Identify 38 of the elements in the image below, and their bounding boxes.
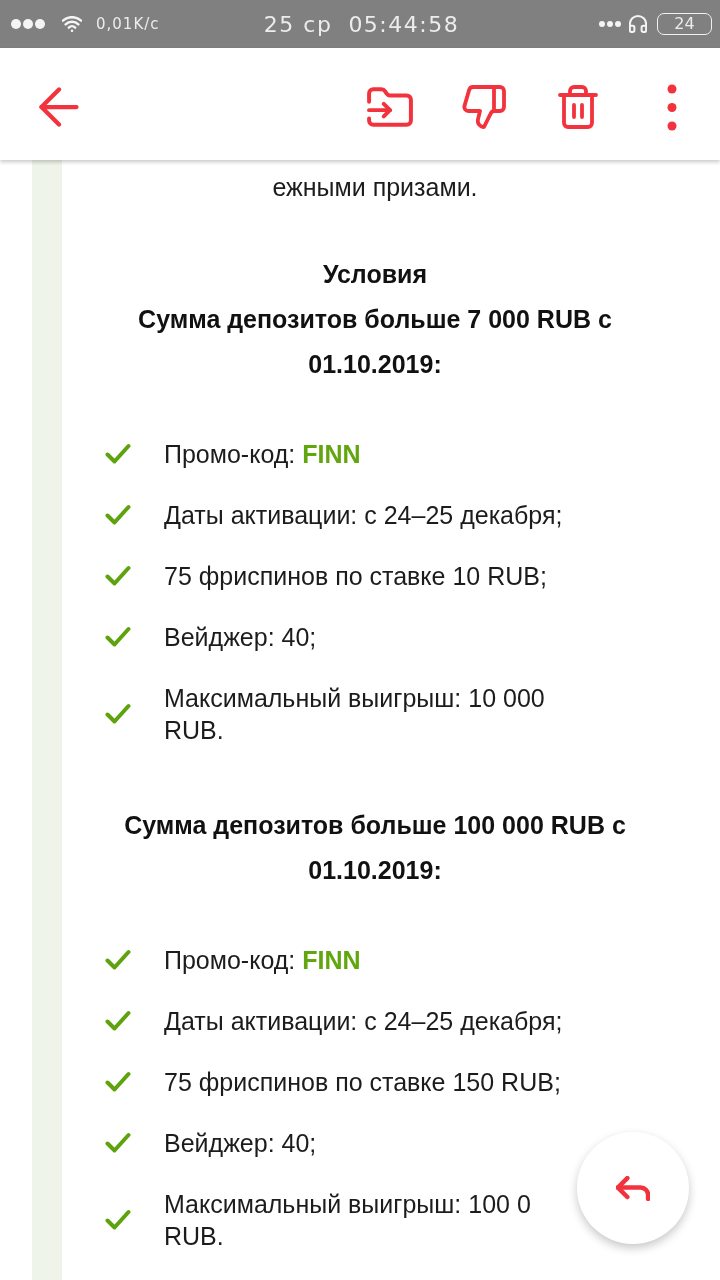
battery-indicator: 24 — [657, 13, 712, 35]
reply-arrow-icon — [616, 1175, 650, 1201]
condition-text: Даты активации: с 24–25 декабря; — [164, 500, 563, 531]
network-speed: 0,01K/c — [96, 13, 160, 35]
check-icon — [105, 626, 131, 648]
more-dots-icon — [599, 21, 621, 27]
condition-text: Максимальный выигрыш: 100 0 RUB. — [164, 1189, 531, 1252]
headphones-icon — [629, 14, 647, 34]
check-icon — [105, 1132, 131, 1154]
check-icon — [105, 1010, 131, 1032]
conditions-heading: Условия — [323, 259, 427, 290]
reply-button[interactable] — [577, 1132, 689, 1244]
check-icon — [105, 1209, 131, 1231]
check-icon — [105, 504, 131, 526]
condition-text: 75 фриспинов по ставке 10 RUB; — [164, 561, 547, 592]
section-title: Сумма депозитов больше 100 000 RUB с 01.10.2019: — [123, 810, 627, 886]
thumbs-down-icon — [462, 85, 506, 129]
status-time: 05:44:58 — [348, 10, 460, 39]
wifi-icon — [62, 16, 82, 32]
condition-text: Промо-код: FINN — [164, 945, 361, 976]
condition-text: Промо-код: FINN — [164, 439, 361, 470]
check-icon — [105, 949, 131, 971]
check-icon — [105, 1071, 131, 1093]
check-icon — [105, 565, 131, 587]
status-date: 25 ср — [263, 10, 333, 39]
condition-text: Вейджер: 40; — [164, 622, 317, 653]
more-vertical-icon — [667, 83, 677, 131]
trash-icon — [558, 85, 598, 129]
paragraph-text: ежными призами. — [272, 172, 478, 203]
dislike-button[interactable] — [460, 83, 508, 131]
condition-text: 75 фриспинов по ставке 150 RUB; — [164, 1067, 561, 1098]
check-icon — [105, 703, 131, 725]
condition-text: Максимальный выигрыш: 10 000 RUB. — [164, 683, 545, 746]
condition-text: Даты активации: с 24–25 декабря; — [164, 1006, 563, 1037]
signal-dots-icon — [11, 19, 45, 29]
section-title: Сумма депозитов больше 7 000 RUB с 01.10.2019: — [137, 304, 613, 380]
condition-text: Вейджер: 40; — [164, 1128, 317, 1159]
check-icon — [105, 443, 131, 465]
